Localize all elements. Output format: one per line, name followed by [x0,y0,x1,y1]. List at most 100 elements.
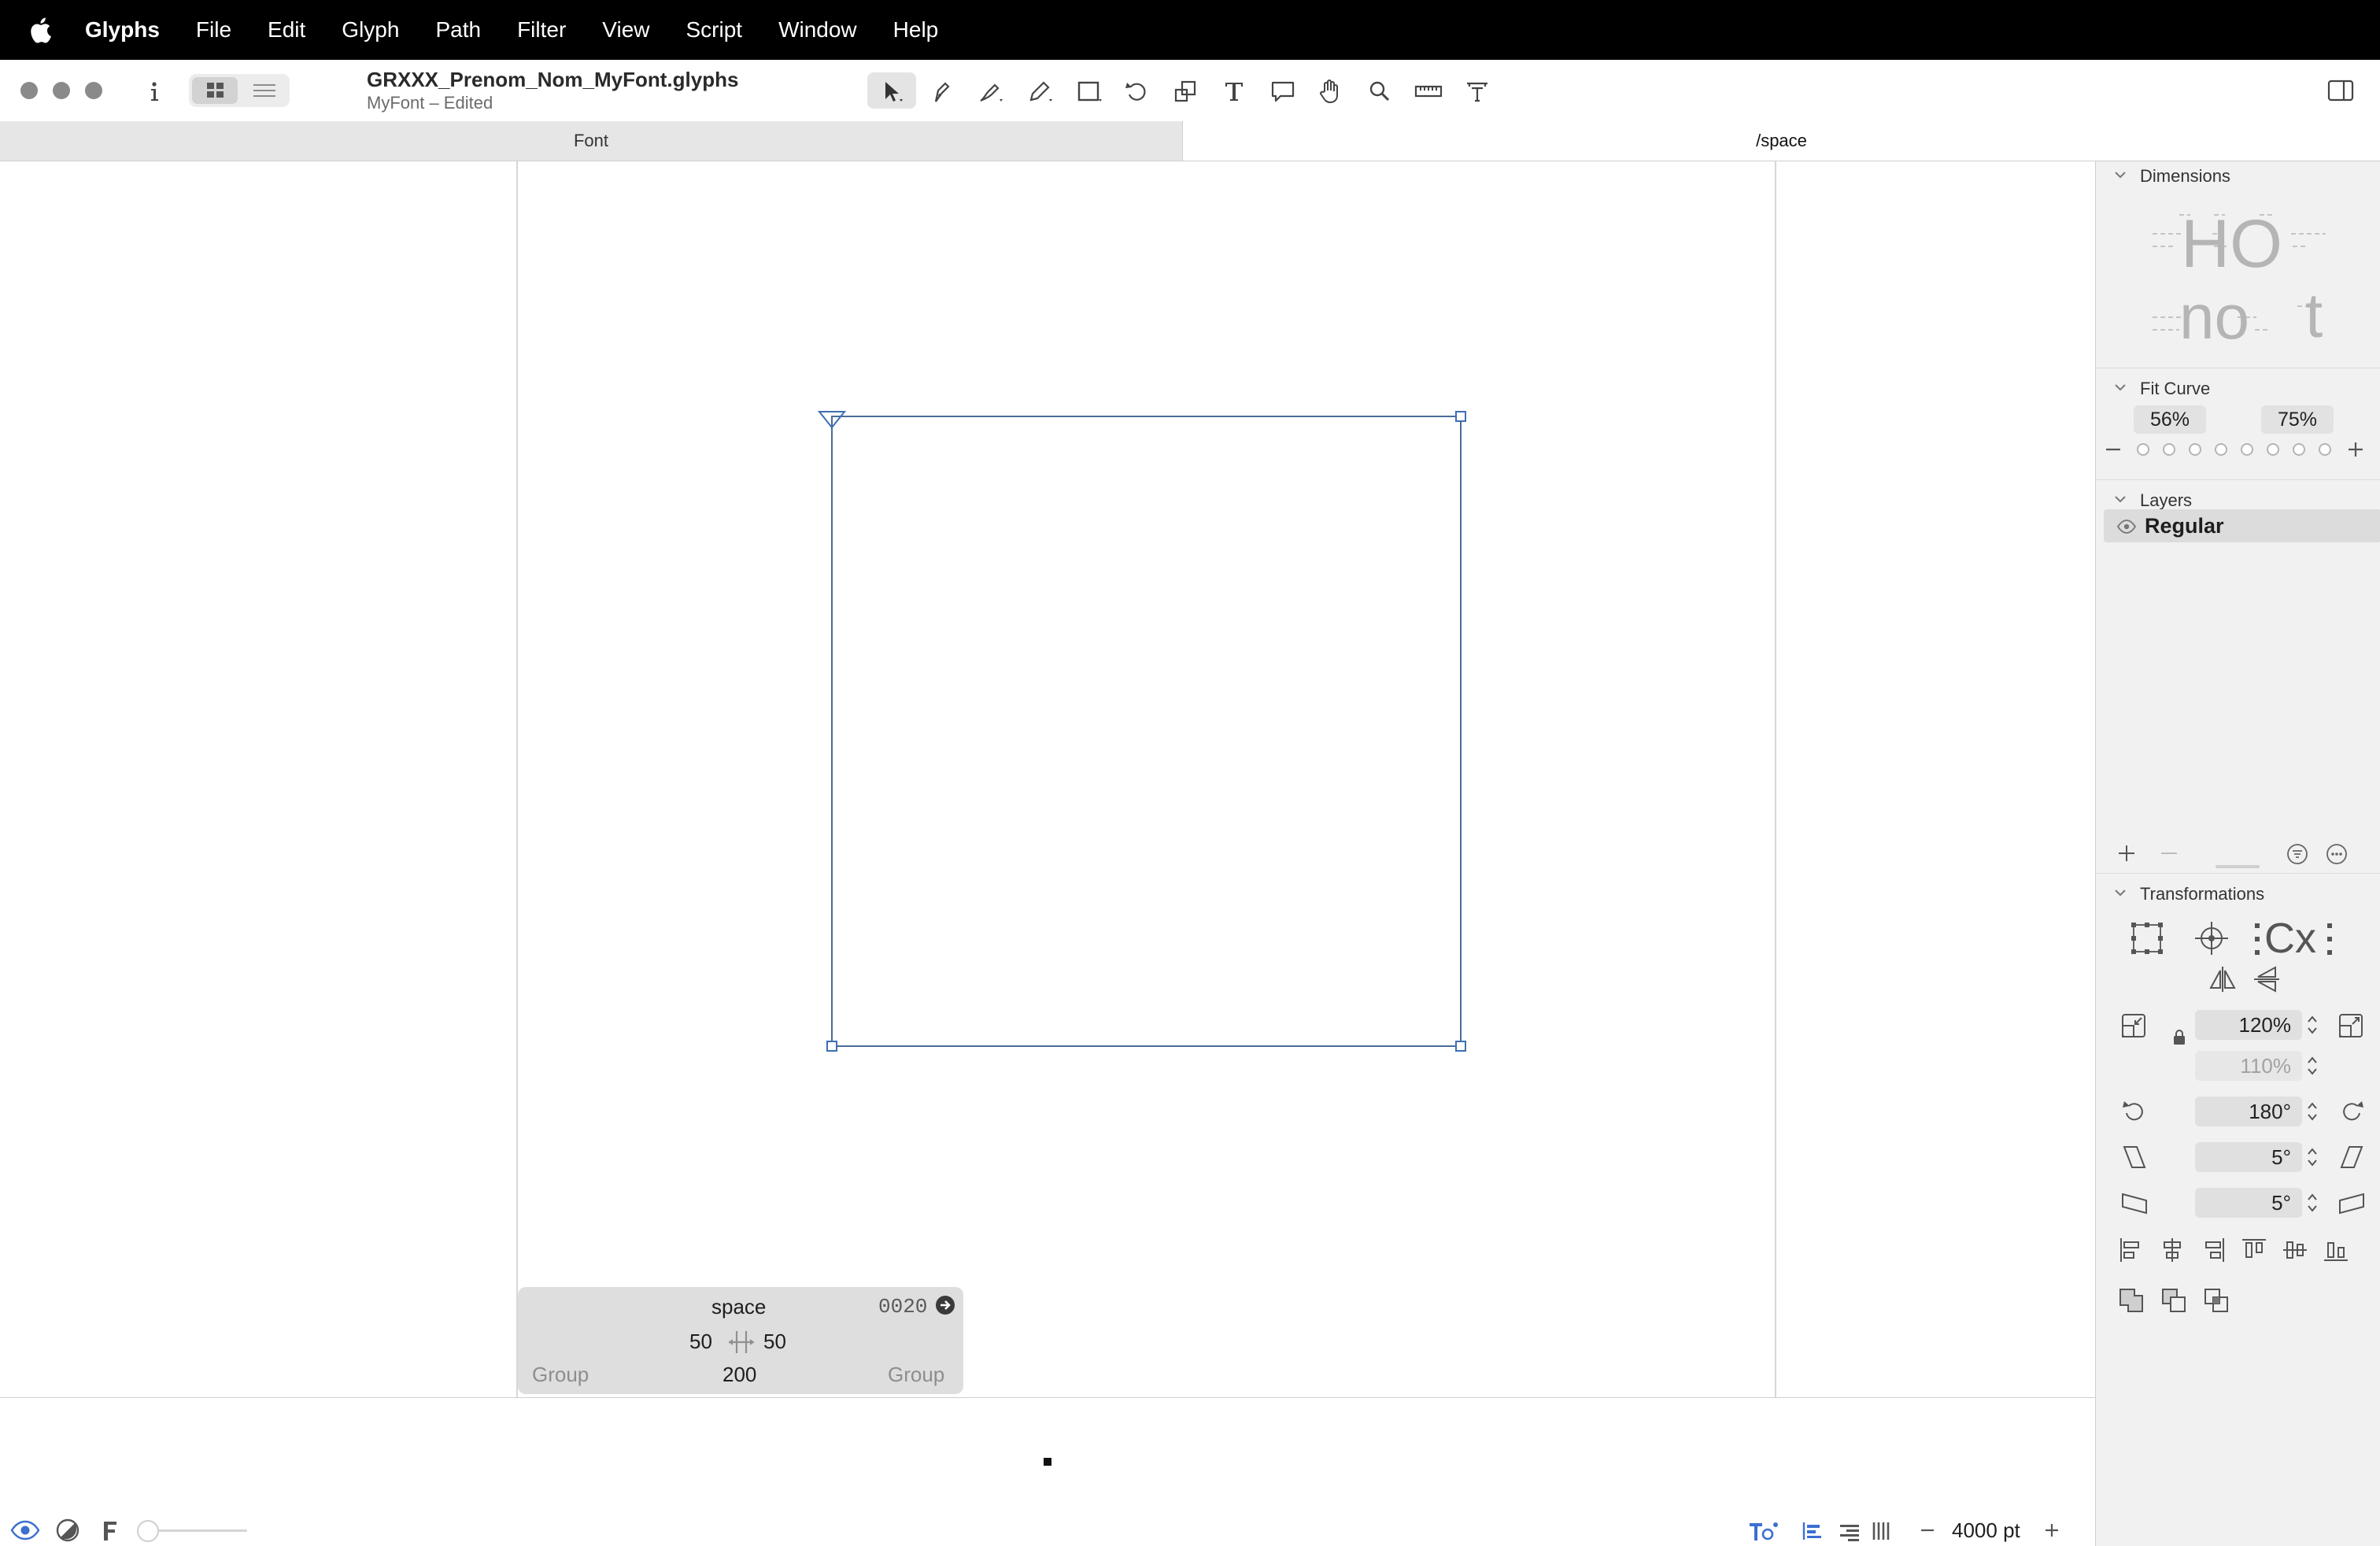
pen-tool-icon[interactable] [974,76,1006,107]
align-left-icon[interactable] [1799,1518,1824,1544]
annotation-tool-icon[interactable] [1267,76,1299,107]
menu-script[interactable]: Script [686,17,742,43]
layer-row-regular[interactable]: Regular [2104,509,2380,542]
flip-horizontal-icon[interactable] [2208,964,2238,994]
zoom-tool-icon[interactable] [1364,76,1395,107]
menu-edit[interactable]: Edit [268,17,305,43]
info-icon[interactable] [139,76,170,107]
select-tool-icon[interactable] [876,76,907,107]
apple-logo-icon[interactable] [28,14,55,46]
fit-curve-min-field[interactable]: 56% [2134,405,2206,434]
flip-vertical-icon[interactable] [2252,964,2282,994]
add-layer-icon[interactable] [2116,843,2137,864]
slant-left-icon[interactable] [2119,1142,2149,1172]
slant-right-icon[interactable] [2337,1142,2367,1172]
measure-tool-icon[interactable] [1413,76,1444,107]
fit-curve-dot-5[interactable] [2241,443,2253,456]
eye-icon[interactable] [9,1517,41,1544]
close-window-button[interactable] [20,82,38,99]
align-top-edges-icon[interactable] [2239,1235,2269,1265]
scale-tool-icon[interactable] [1170,76,1201,107]
rectangle-tool-icon[interactable] [1074,76,1105,107]
vertical-text-icon[interactable] [1868,1518,1894,1544]
left-kerning-group[interactable]: Group [532,1363,589,1387]
minimize-window-button[interactable] [53,82,70,99]
preview-area[interactable] [0,1397,2095,1516]
chevron-down-icon[interactable] [2113,492,2127,506]
arrow-circle-icon[interactable] [935,1295,955,1315]
crosshair-icon[interactable] [2192,919,2231,958]
remove-layer-icon[interactable] [2159,843,2179,864]
minus-icon[interactable] [2104,440,2123,459]
rotate-left-icon[interactable] [2119,1097,2149,1126]
scale-x-stepper[interactable] [2305,1012,2319,1038]
text-tool-icon[interactable] [1218,76,1250,107]
fit-curve-dot-8[interactable] [2319,443,2331,456]
sidebar-toggle-icon[interactable] [2325,75,2356,106]
glyph-width[interactable]: 200 [722,1363,756,1387]
rotate-tool-icon[interactable] [1121,76,1152,107]
menu-window[interactable]: Window [778,17,857,43]
draw-tool-icon[interactable] [925,76,956,107]
rotate-stepper[interactable] [2305,1098,2319,1125]
align-left-edges-icon[interactable] [2116,1235,2146,1265]
metrics-tool-icon[interactable] [1462,76,1493,107]
zoom-out-icon[interactable] [1917,1520,1938,1540]
menu-filter[interactable]: Filter [517,17,566,43]
layer-eye-icon[interactable] [2116,519,2137,534]
chevron-down-icon[interactable] [2113,886,2127,900]
zoom-window-button[interactable] [85,82,102,99]
subtract-icon[interactable] [2159,1285,2189,1315]
align-horizontal-centers-icon[interactable] [2157,1235,2187,1265]
list-view-icon[interactable] [241,77,286,104]
layers-resize-handle[interactable] [2216,865,2260,868]
menu-help[interactable]: Help [893,17,939,43]
fit-curve-dot-2[interactable] [2163,443,2175,456]
tab-space[interactable]: /space [1183,121,2380,161]
fit-curve-dot-4[interactable] [2215,443,2227,456]
dimensions-preview-ho[interactable]: HO [2181,210,2282,278]
menu-path[interactable]: Path [435,17,481,43]
chevron-down-icon[interactable] [2113,168,2127,182]
slant-down-icon[interactable] [2119,1188,2149,1218]
lock-icon[interactable] [2171,1029,2187,1046]
contrast-icon[interactable] [54,1517,82,1544]
transform-preview-text[interactable]: Cx [2264,914,2316,963]
dimensions-preview-no[interactable]: no [2179,286,2249,349]
font-preview-icon[interactable] [98,1517,121,1544]
menu-view[interactable]: View [602,17,649,43]
node-bottom-left[interactable] [826,1041,837,1052]
glyph-name[interactable]: space [711,1295,766,1319]
fit-curve-dot-3[interactable] [2189,443,2201,456]
scale-x-field[interactable]: 120% [2195,1010,2302,1040]
edit-canvas[interactable]: space 0020 50 50 Group 200 Group [0,161,2095,1397]
rotate-right-icon[interactable] [2337,1097,2367,1126]
pencil-tool-icon[interactable] [1024,76,1055,107]
left-sidebearing[interactable]: 50 [689,1330,712,1354]
filter-icon[interactable] [2286,843,2308,865]
intersect-icon[interactable] [2201,1285,2231,1315]
scale-down-icon[interactable] [2119,1012,2149,1041]
tab-font[interactable]: Font [0,121,1183,161]
layer-filter-icon[interactable] [2239,841,2263,865]
fit-curve-dot-7[interactable] [2293,443,2305,456]
slant-up-icon[interactable] [2337,1188,2367,1218]
zoom-in-icon[interactable] [2042,1520,2062,1540]
glyph-unicode[interactable]: 0020 [878,1295,927,1319]
node-top-right[interactable] [1455,411,1466,422]
rectangle-outline[interactable] [831,416,1462,1047]
scale-y-stepper[interactable] [2305,1052,2319,1079]
rotate-field[interactable]: 180° [2195,1097,2302,1126]
scale-up-icon[interactable] [2337,1012,2367,1041]
fit-curve-dot-6[interactable] [2267,443,2279,456]
fit-curve-max-field[interactable]: 75% [2261,405,2334,434]
more-options-icon[interactable] [2326,843,2348,865]
node-bottom-right[interactable] [1455,1041,1466,1052]
dimensions-preview-t[interactable]: t [2305,284,2323,347]
slant-horizontal-stepper[interactable] [2305,1144,2319,1171]
slant-vertical-stepper[interactable] [2305,1189,2319,1216]
slant-horizontal-field[interactable]: 5° [2195,1142,2302,1172]
menu-app[interactable]: Glyphs [85,17,160,43]
menu-file[interactable]: File [196,17,231,43]
bounding-box-origin-icon[interactable] [2127,919,2167,958]
